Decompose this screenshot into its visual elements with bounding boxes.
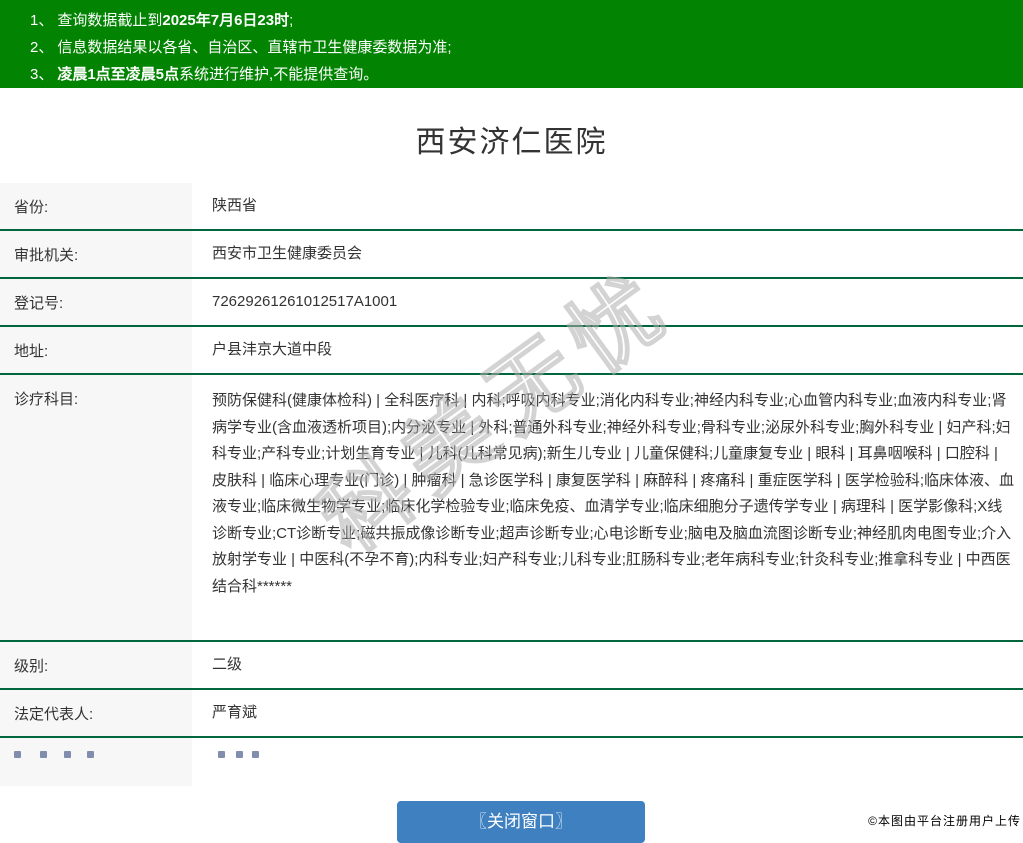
row-legal-representative: 法定代表人: 严育斌: [0, 690, 1023, 738]
clipped-glyph-top: [14, 751, 21, 758]
row-province: 省份: 陕西省: [0, 183, 1023, 231]
row-label: 登记号:: [0, 279, 192, 325]
row-value: 西安市卫生健康委员会: [212, 244, 363, 262]
row-level: 级别: 二级: [0, 642, 1023, 690]
row-value: 二级: [212, 655, 243, 673]
row-value: 户县沣京大道中段: [212, 340, 333, 358]
title-area: 西安济仁医院: [0, 88, 1023, 183]
row-value: 严育斌: [212, 703, 258, 721]
hospital-info-table: 省份: 陕西省 审批机关: 西安市卫生健康委员会 登记号: 7262926126…: [0, 183, 1023, 786]
notice-text-bold: 2025年7月6日23时: [162, 12, 290, 29]
clipped-glyph-top: [87, 751, 94, 758]
clipped-glyph-top: [40, 751, 47, 758]
row-value: 72629261261012517A1001: [212, 292, 398, 310]
notice-number: 2、: [30, 39, 54, 56]
notice-text-bold: 凌晨1点至凌晨5点: [57, 66, 180, 83]
close-window-button[interactable]: 〖关闭窗口〗: [397, 801, 645, 843]
row-label: 级别:: [0, 642, 192, 688]
clipped-glyph-top: [64, 751, 71, 758]
notice-banner: 1、 查询数据截止到2025年7月6日23时; 2、 信息数据结果以各省、自治区、直…: [0, 0, 1023, 88]
row-address: 地址: 户县沣京大道中段: [0, 327, 1023, 375]
clipped-glyph-top: [252, 751, 259, 758]
row-label: 法定代表人:: [0, 690, 192, 736]
notice-text: 查询数据截止到: [57, 12, 163, 29]
row-label: 审批机关:: [0, 231, 192, 277]
footer: 〖关闭窗口〗 ©本图由平台注册用户上传: [0, 786, 1023, 843]
hospital-name-title: 西安济仁医院: [415, 126, 608, 159]
row-value: 预防保健科(健康体检科) | 全科医疗科 | 内科;呼吸内科专业;消化内科专业;…: [212, 392, 1015, 595]
notice-number: 3、: [30, 66, 54, 83]
row-registration-number: 登记号: 72629261261012517A1001: [0, 279, 1023, 327]
notice-line-3: 3、 凌晨1点至凌晨5点系统进行维护,不能提供查询。: [30, 61, 1023, 88]
notice-text: 信息数据结果以各省、自治区、直辖市卫生健康委数据为准;: [57, 39, 452, 56]
clipped-glyph-top: [236, 751, 243, 758]
row-medical-departments: 诊疗科目: 预防保健科(健康体检科) | 全科医疗科 | 内科;呼吸内科专业;消…: [0, 375, 1023, 642]
row-label: 地址:: [0, 327, 192, 373]
row-approval-authority: 审批机关: 西安市卫生健康委员会: [0, 231, 1023, 279]
row-value: 陕西省: [212, 196, 258, 214]
notice-text: ;: [289, 12, 294, 29]
notice-number: 1、: [30, 12, 54, 29]
clipped-glyph-top: [218, 751, 225, 758]
row-label: 诊疗科目:: [0, 375, 192, 640]
notice-line-1: 1、 查询数据截止到2025年7月6日23时;: [30, 7, 1023, 34]
row-clipped-partial: [0, 738, 1023, 786]
notice-line-2: 2、 信息数据结果以各省、自治区、直辖市卫生健康委数据为准;: [30, 34, 1023, 61]
notice-text: 系统进行维护,不能提供查询。: [179, 66, 379, 83]
row-label: 省份:: [0, 183, 192, 229]
copyright-note: ©本图由平台注册用户上传: [868, 814, 1021, 828]
